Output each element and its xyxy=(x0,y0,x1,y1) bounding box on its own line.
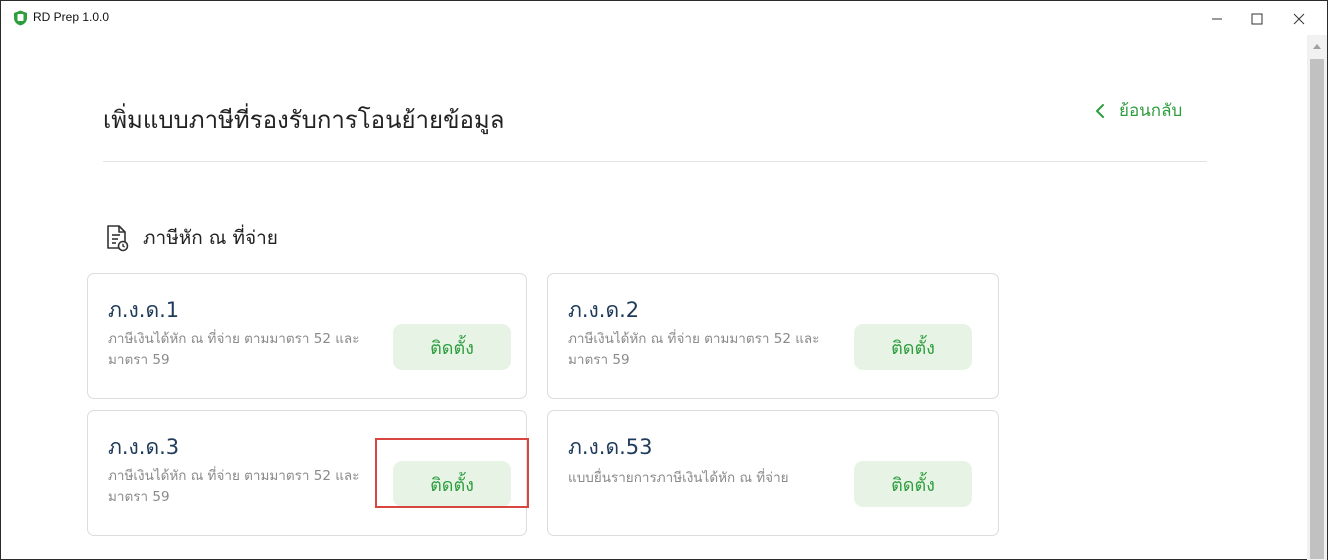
form-name: ภ.ง.ด.2 xyxy=(568,298,640,322)
form-card-pnd2: ภ.ง.ด.2 ภาษีเงินได้หัก ณ ที่จ่าย ตามมาตร… xyxy=(547,273,999,399)
chevron-left-icon xyxy=(1095,103,1105,119)
vertical-scrollbar[interactable] xyxy=(1307,35,1327,560)
install-button[interactable]: ติดตั้ง xyxy=(393,324,511,370)
back-label: ย้อนกลับ xyxy=(1119,101,1183,121)
form-card-pnd1: ภ.ง.ด.1 ภาษีเงินได้หัก ณ ที่จ่าย ตามมาตร… xyxy=(87,273,527,399)
form-description: ภาษีเงินได้หัก ณ ที่จ่าย ตามมาตรา 52 และ… xyxy=(568,331,820,368)
header-divider xyxy=(103,161,1207,162)
install-button[interactable]: ติดตั้ง xyxy=(854,324,972,370)
section-title: ภาษีหัก ณ ที่จ่าย xyxy=(143,227,278,249)
install-button[interactable]: ติดตั้ง xyxy=(854,461,972,507)
page-title: เพิ่มแบบภาษีที่รองรับการโอนย้ายข้อมูล xyxy=(103,106,505,134)
minimize-icon xyxy=(1212,18,1222,20)
maximize-icon xyxy=(1251,13,1263,25)
install-button[interactable]: ติดตั้ง xyxy=(393,461,511,507)
close-icon xyxy=(1293,13,1305,25)
form-description: ภาษีเงินได้หัก ณ ที่จ่าย ตามมาตรา 52 และ… xyxy=(108,468,360,505)
form-card-pnd53: ภ.ง.ด.53 แบบยื่นรายการภาษีเงินได้หัก ณ ท… xyxy=(547,410,999,536)
form-description: แบบยื่นรายการภาษีเงินได้หัก ณ ที่จ่าย xyxy=(568,470,789,486)
title-bar: RD Prep 1.0.0 xyxy=(1,1,1327,35)
app-window: RD Prep 1.0.0 เพิ่มแบบภาษีที่รองรับการโอ xyxy=(0,0,1328,560)
app-logo-icon xyxy=(14,10,27,26)
scroll-up-button[interactable] xyxy=(1307,35,1327,57)
app-title: RD Prep 1.0.0 xyxy=(33,10,110,24)
form-description: ภาษีเงินได้หัก ณ ที่จ่าย ตามมาตรา 52 และ… xyxy=(108,331,360,368)
document-icon xyxy=(107,225,129,252)
form-card-pnd3: ภ.ง.ด.3 ภาษีเงินได้หัก ณ ที่จ่าย ตามมาตร… xyxy=(87,410,527,536)
scroll-thumb[interactable] xyxy=(1310,59,1324,559)
form-name: ภ.ง.ด.3 xyxy=(108,435,180,459)
section-header: ภาษีหัก ณ ที่จ่าย xyxy=(105,223,278,253)
form-name: ภ.ง.ด.1 xyxy=(108,298,180,322)
scroll-up-arrow-icon xyxy=(1313,43,1321,49)
maximize-button[interactable] xyxy=(1234,5,1280,33)
form-name: ภ.ง.ด.53 xyxy=(568,435,653,459)
close-button[interactable] xyxy=(1276,5,1322,33)
back-button[interactable]: ย้อนกลับ xyxy=(1095,97,1182,124)
